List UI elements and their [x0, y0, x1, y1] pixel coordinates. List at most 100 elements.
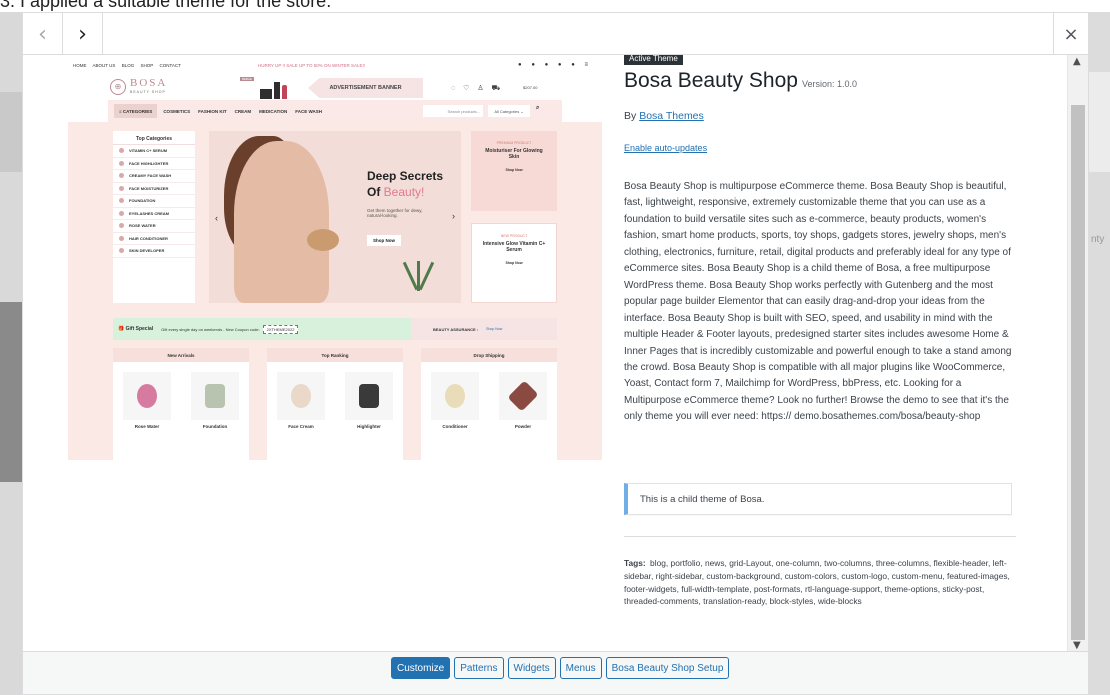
shot-hero-plant [399, 251, 439, 291]
shot-hero-next-icon: › [452, 211, 455, 221]
shot-menu-item: CREAM [234, 108, 252, 114]
shot-product-column: Top Ranking Face Cream Highlighter [267, 348, 403, 460]
theme-name-text: Bosa Beauty Shop [624, 69, 798, 92]
background-text-fragment: nty [1091, 234, 1105, 245]
shot-promo-label: NEW PRODUCT [500, 234, 528, 238]
shot-hero-banner: ‹ › Deep Secrets Of Beauty! Get them tog… [209, 131, 461, 303]
modal-body: HOME ABOUT US BLOG SHOP CONTACT HURRY UP… [23, 55, 1068, 653]
shot-promo-text: HURRY UP !! SALE UP TO 50% ON WINTER SAL… [258, 62, 366, 68]
background-right-edge: nty [1088, 12, 1110, 695]
previous-theme-button[interactable]: ‹ [23, 13, 63, 55]
shot-top-categories-title: Top Categories [113, 131, 195, 145]
shot-promo-label: PREMIUM PRODUCT [496, 141, 532, 145]
background-image-block [0, 302, 22, 482]
shot-category-item: ROSE WATER [113, 220, 195, 233]
shot-column-title: Top Ranking [267, 348, 403, 362]
shot-menu-item: FACE WASH [295, 108, 323, 114]
shot-hero-prev-icon: ‹ [215, 213, 218, 223]
widgets-button[interactable]: Widgets [507, 657, 556, 679]
chevron-right-icon: › [78, 21, 87, 47]
shot-hero-area: Top Categories VITAMIN C+ SERUM FACE HIG… [68, 122, 602, 460]
shot-logo-text: BOSA [130, 77, 168, 89]
shot-column-title: New Arrivals [113, 348, 249, 362]
customize-button[interactable]: Customize [391, 657, 451, 679]
shot-hero-model [234, 141, 329, 303]
shot-menu-row: ≡ CATEGORIES COSMETICS FASHION KIT CREAM… [108, 100, 562, 122]
shot-product: Powder [497, 372, 549, 429]
shot-product-column: New Arrivals Rose Water Foundation [113, 348, 249, 460]
theme-setup-button[interactable]: Bosa Beauty Shop Setup [605, 657, 730, 679]
shot-category-item: FOUNDATION [113, 195, 195, 208]
theme-details-modal: ‹ › × HOME ABOUT US BLOG SHOP CONTACT HU… [22, 12, 1089, 695]
shot-hero-subtitle: Get them together for dewy, natural-look… [367, 208, 423, 218]
modal-footer: Customize Patterns Widgets Menus Bosa Be… [23, 651, 1088, 694]
theme-screenshot: HOME ABOUT US BLOG SHOP CONTACT HURRY UP… [68, 60, 602, 460]
scrollbar-thumb[interactable] [1071, 105, 1085, 640]
scroll-down-icon[interactable]: ▼ [1073, 640, 1081, 651]
shot-product: Conditioner [429, 372, 481, 429]
shot-product-column: Drop Shipping Conditioner Powder [421, 348, 557, 460]
shot-category-item: CREAMY FACE WASH [113, 170, 195, 183]
shot-top-links: HOME ABOUT US BLOG SHOP CONTACT [73, 63, 186, 68]
shot-promo-button: Shop Now [505, 168, 523, 172]
shot-menu-item: FASHION KIT [198, 108, 227, 114]
patterns-button[interactable]: Patterns [454, 657, 504, 679]
shot-assurance-link: Shop Now [486, 327, 503, 331]
shot-category-item: VITAMIN C+ SERUM [113, 145, 195, 158]
theme-actions: Customize Patterns Widgets Menus Bosa Be… [391, 657, 730, 679]
shot-ad-image: BEBAE [240, 77, 300, 99]
divider [624, 536, 1016, 537]
shot-promo-button: Shop Now [505, 261, 523, 265]
theme-tags: Tags: blog, portfolio, news, grid-Layout… [624, 557, 1016, 608]
shot-hero-title-line2: Of Beauty! [367, 185, 425, 199]
shot-promo-card: PREMIUM PRODUCT Moisturiser For Glowing … [471, 131, 557, 211]
shot-top-link: BLOG [121, 62, 135, 68]
shot-logo-subtitle: BEAUTY SHOP [130, 90, 166, 94]
close-modal-button[interactable]: × [1053, 13, 1088, 55]
shot-search-field: Search products... [423, 105, 483, 117]
shot-gift-bar: 🎁 Gift Special Gift every single day on … [113, 318, 557, 340]
shot-beauty-assurance: BEAUTY ASSURANCE : Shop Now [411, 318, 557, 340]
shot-product: Highlighter [343, 372, 395, 429]
shot-top-link: HOME [73, 62, 87, 68]
shot-product: Rose Water [121, 372, 173, 429]
shot-product: Face Cream [275, 372, 327, 429]
chevron-left-icon: ‹ [38, 21, 47, 47]
parent-theme-name: Bosa. [740, 493, 765, 505]
shot-cart-amount: $207.00 [523, 85, 538, 90]
shot-search-icon: ⌕ [536, 105, 540, 111]
shot-gift-special: 🎁 Gift Special Gift every single day on … [113, 318, 411, 340]
shot-topbar: HOME ABOUT US BLOG SHOP CONTACT HURRY UP… [68, 60, 602, 70]
modal-scrollbar[interactable]: ▲ ▼ [1067, 55, 1088, 653]
parent-theme-notice: This is a child theme of Bosa. [624, 483, 1012, 515]
background-block [0, 92, 22, 172]
shot-column-title: Drop Shipping [421, 348, 557, 362]
tags-list: blog, portfolio, news, grid-Layout, one-… [624, 558, 1010, 607]
shot-category-item: FACE HIGHLIGHTER [113, 158, 195, 170]
shot-categories-label: CATEGORIES [122, 108, 153, 114]
shot-category-item: FACE MOISTURIZER [113, 183, 195, 195]
shot-product: Foundation [189, 372, 241, 429]
scroll-up-icon[interactable]: ▲ [1073, 56, 1081, 67]
shot-gift-title: 🎁 Gift Special [118, 326, 154, 332]
shot-hero-product [307, 229, 339, 251]
theme-author-link[interactable]: Bosa Themes [639, 110, 704, 122]
tags-label: Tags: [624, 558, 646, 568]
shot-gift-text: Gift every single day on weekends - New … [161, 326, 260, 332]
background-caption: 3. I applied a suitable theme for the st… [0, 0, 332, 11]
shot-category-select-label: All Categories [494, 108, 520, 114]
shot-category-item: EYELASHES CREAM [113, 208, 195, 220]
shot-promo-title: Moisturiser For Glowing Skin [485, 148, 543, 160]
shot-top-link: CONTACT [159, 62, 181, 68]
shot-promo-title: Intensive Glow Vitamin C+ Serum [482, 241, 546, 253]
enable-auto-updates-link[interactable]: Enable auto-updates [624, 143, 707, 153]
shot-header-icons: ◌ ♡ ♙ ⛟ [451, 85, 504, 92]
shot-menu-item: COSMETICS [163, 108, 191, 114]
shot-hero-button: Shop Now [367, 235, 401, 246]
shot-brand-row: ⊕ BOSA BEAUTY SHOP BEBAE ADVERTISEMENT B… [68, 70, 602, 100]
shot-hero-title-line1: Deep Secrets [367, 169, 444, 183]
modal-header: ‹ › × [23, 13, 1088, 55]
menus-button[interactable]: Menus [559, 657, 602, 679]
theme-author: By Bosa Themes [624, 110, 704, 122]
next-theme-button[interactable]: › [63, 13, 103, 55]
